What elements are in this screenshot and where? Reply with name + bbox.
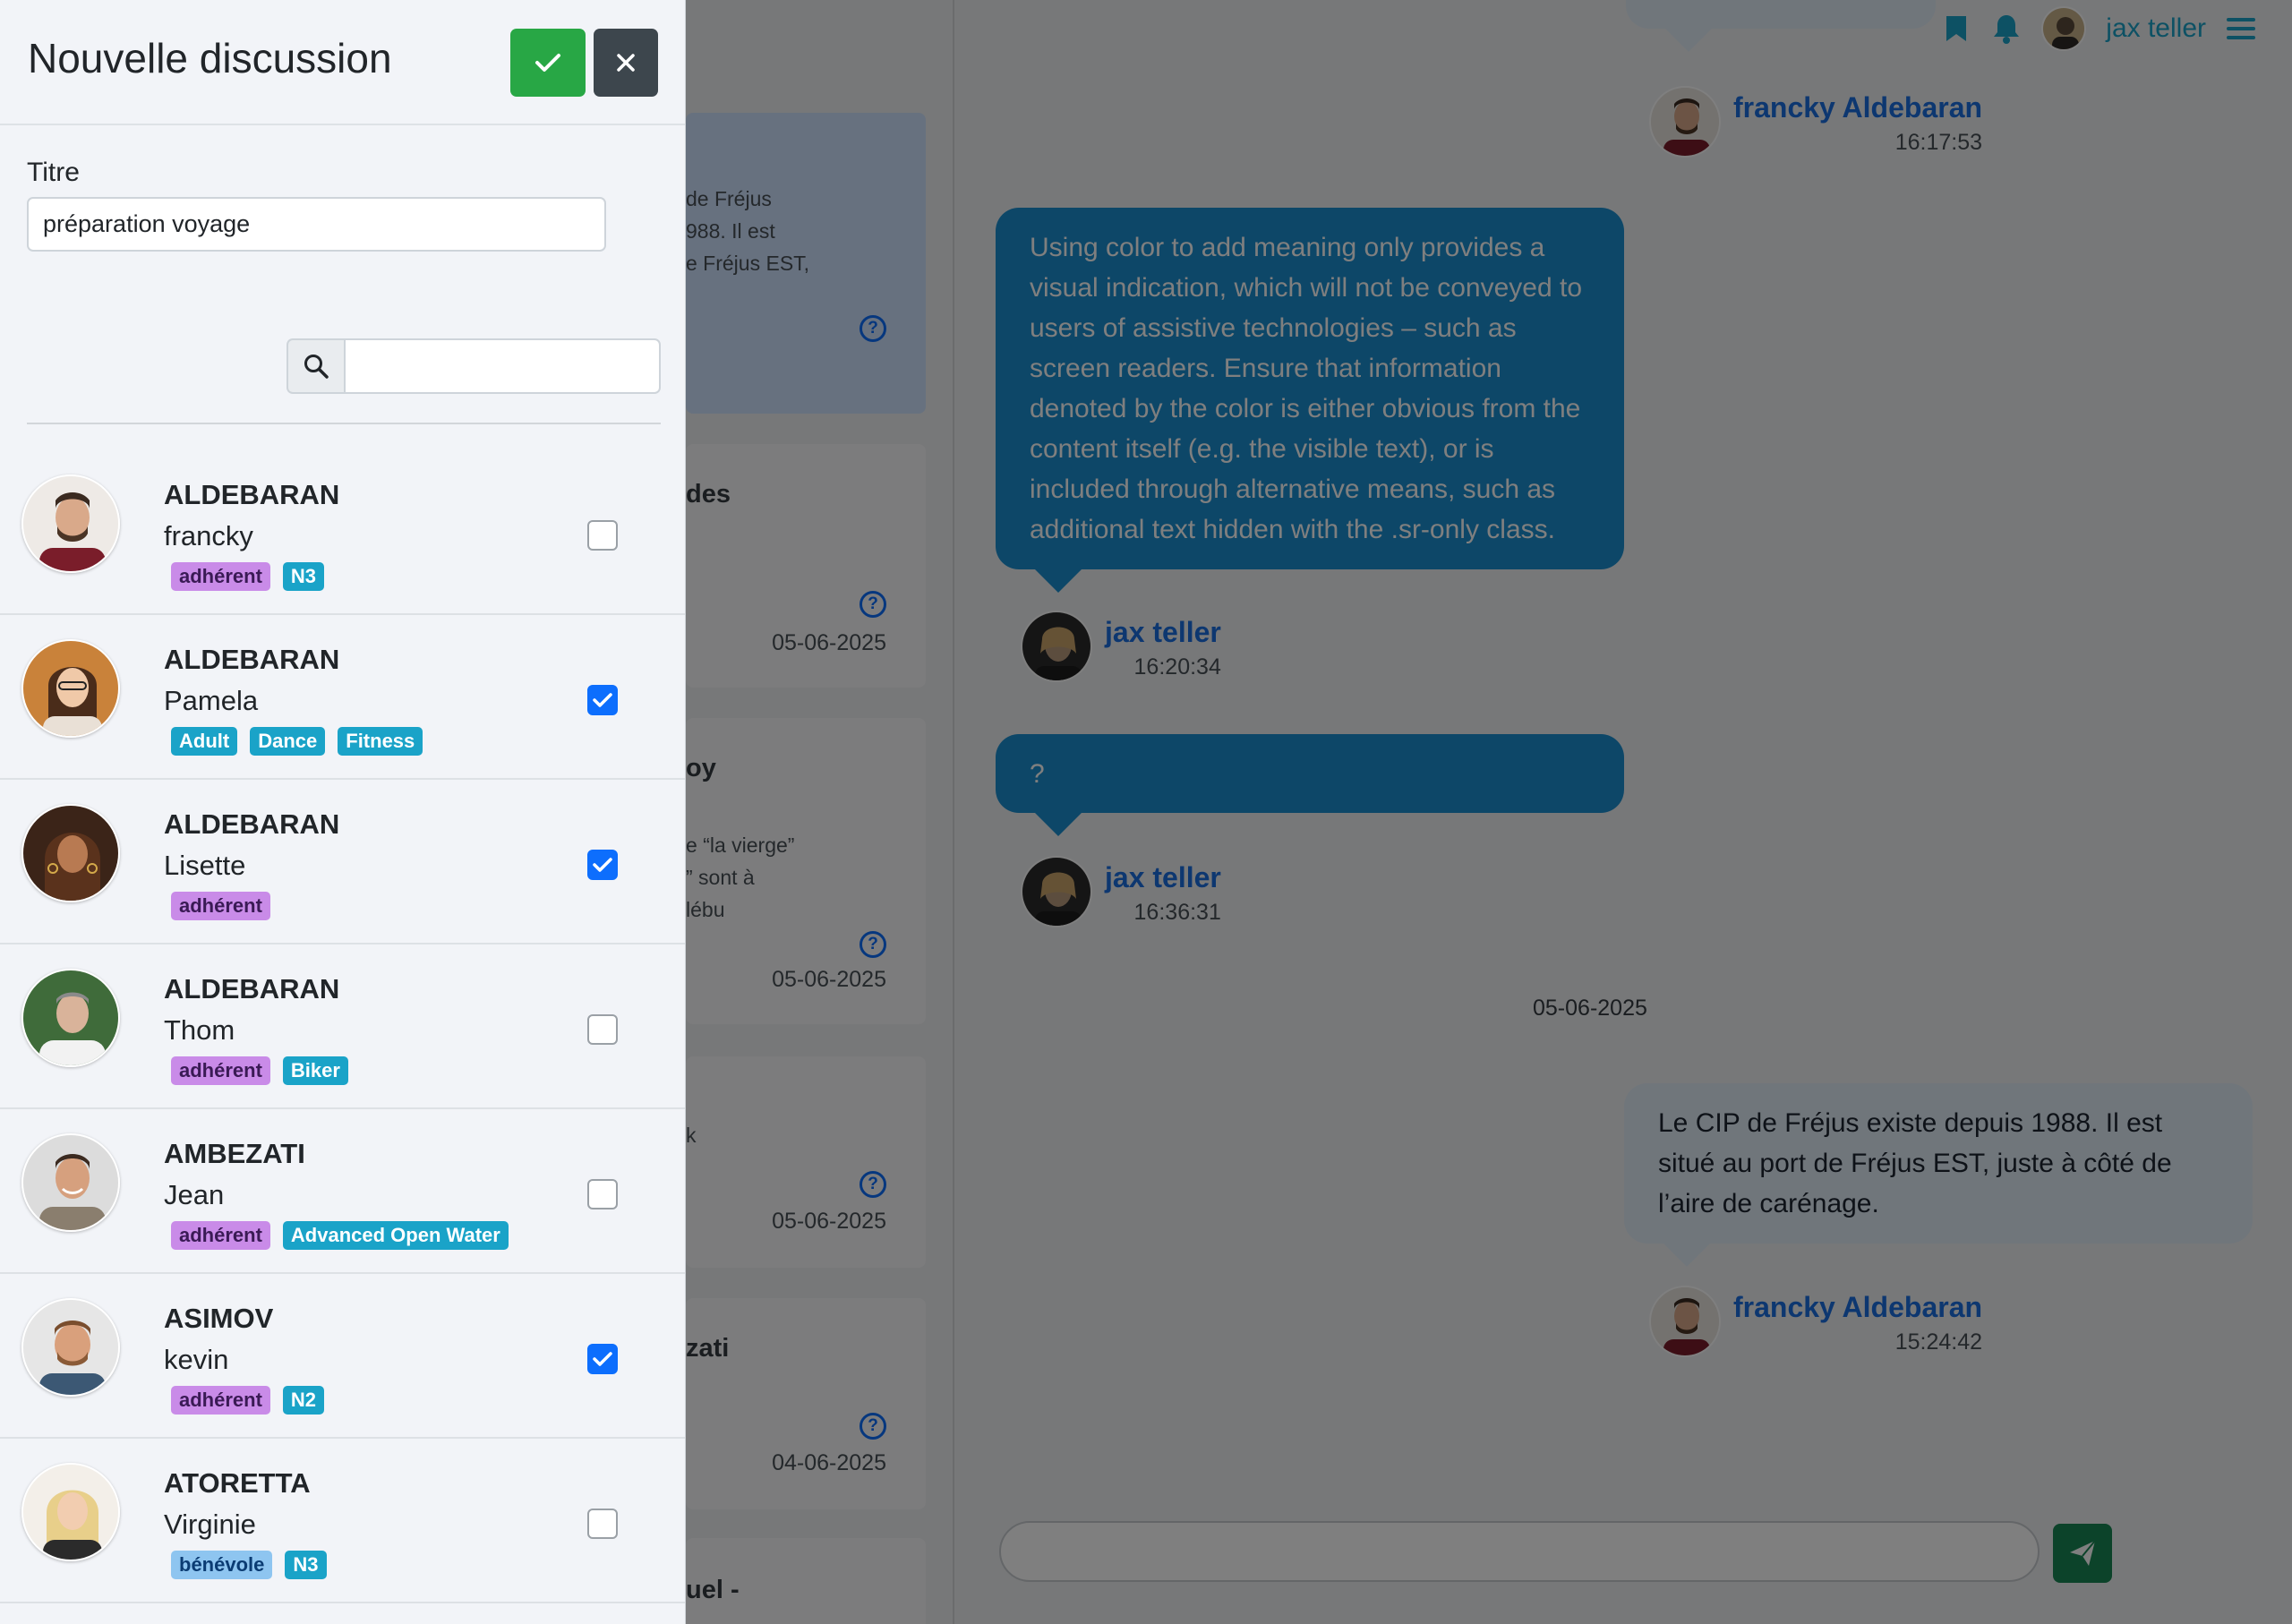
title-label: Titre (27, 158, 80, 187)
member-row[interactable]: ALDEBARAN Pamela Adult Dance Fitness (0, 615, 685, 780)
member-row[interactable]: ASIMOV kevin adhérent N2 (0, 1274, 685, 1439)
member-checkbox[interactable] (587, 1179, 618, 1209)
search-icon (286, 338, 344, 394)
check-icon (593, 693, 612, 707)
tag-badge: Biker (282, 1056, 348, 1085)
check-icon (593, 1352, 612, 1366)
member-avatar (21, 474, 120, 573)
divider (27, 423, 661, 424)
panel-title: Nouvelle discussion (28, 35, 392, 81)
member-row[interactable]: ALDEBARAN Thom adhérent Biker (0, 944, 685, 1109)
member-tags: adhérent N2 (171, 1386, 325, 1415)
member-checkbox[interactable] (587, 520, 618, 551)
member-avatar (21, 969, 120, 1067)
tag-badge: adhérent (171, 562, 270, 591)
tag-badge: adhérent (171, 1056, 270, 1085)
tag-badge: Dance (250, 727, 326, 756)
tag-badge: Fitness (338, 727, 423, 756)
tag-badge: N3 (282, 562, 325, 591)
check-icon (593, 858, 612, 872)
panel-header: Nouvelle discussion (0, 0, 685, 125)
member-firstname: francky (164, 520, 253, 551)
member-lastname: ASIMOV (164, 1303, 274, 1334)
member-avatar (21, 1463, 120, 1561)
member-search (286, 338, 661, 394)
member-avatar (21, 1133, 120, 1232)
member-tags: Adult Dance Fitness (171, 727, 423, 756)
tag-badge: Adult (171, 727, 238, 756)
member-checkbox[interactable] (587, 685, 618, 715)
new-discussion-panel: Nouvelle discussion Titre préparation vo… (0, 0, 686, 1624)
member-avatar (21, 1298, 120, 1397)
member-lastname: ALDEBARAN (164, 973, 340, 1004)
member-lastname: ATORETTA (164, 1467, 311, 1499)
member-firstname: Jean (164, 1179, 225, 1210)
member-lastname: ALDEBARAN (164, 808, 340, 840)
member-lastname: ALDEBARAN (164, 644, 340, 675)
member-list: ALDEBARAN francky adhérent N3 ALDEBARAN … (0, 450, 685, 1603)
member-firstname: Thom (164, 1014, 235, 1046)
member-checkbox[interactable] (587, 1344, 618, 1374)
member-checkbox[interactable] (587, 850, 618, 880)
confirm-button[interactable] (510, 29, 586, 97)
tag-badge: N3 (285, 1551, 327, 1579)
check-icon (535, 54, 560, 72)
member-tags: adhérent Biker (171, 1056, 348, 1085)
tag-badge: adhérent (171, 892, 270, 920)
title-input[interactable]: préparation voyage (27, 197, 606, 252)
member-firstname: kevin (164, 1344, 229, 1375)
member-firstname: Virginie (164, 1509, 256, 1540)
close-button[interactable] (594, 29, 658, 97)
member-checkbox[interactable] (587, 1014, 618, 1045)
member-tags: adhérent (171, 892, 270, 920)
member-row[interactable]: ALDEBARAN Lisette adhérent (0, 780, 685, 944)
member-row[interactable]: ALDEBARAN francky adhérent N3 (0, 450, 685, 615)
member-avatar (21, 639, 120, 738)
member-row[interactable]: AMBEZATI Jean adhérent Advanced Open Wat… (0, 1109, 685, 1274)
tag-badge: bénévole (171, 1551, 273, 1579)
member-lastname: ALDEBARAN (164, 479, 340, 510)
tag-badge: adhérent (171, 1386, 270, 1415)
member-checkbox[interactable] (587, 1509, 618, 1539)
member-tags: bénévole N3 (171, 1551, 327, 1579)
member-firstname: Lisette (164, 850, 246, 881)
close-icon (617, 54, 635, 72)
tag-badge: N2 (282, 1386, 325, 1415)
member-tags: adhérent Advanced Open Water (171, 1221, 509, 1250)
search-input[interactable] (344, 338, 661, 394)
tag-badge: adhérent (171, 1221, 270, 1250)
member-row[interactable]: ATORETTA Virginie bénévole N3 (0, 1439, 685, 1603)
member-lastname: AMBEZATI (164, 1138, 305, 1169)
member-firstname: Pamela (164, 685, 259, 716)
member-tags: adhérent N3 (171, 562, 325, 591)
member-avatar (21, 804, 120, 902)
tag-badge: Advanced Open Water (282, 1221, 509, 1250)
